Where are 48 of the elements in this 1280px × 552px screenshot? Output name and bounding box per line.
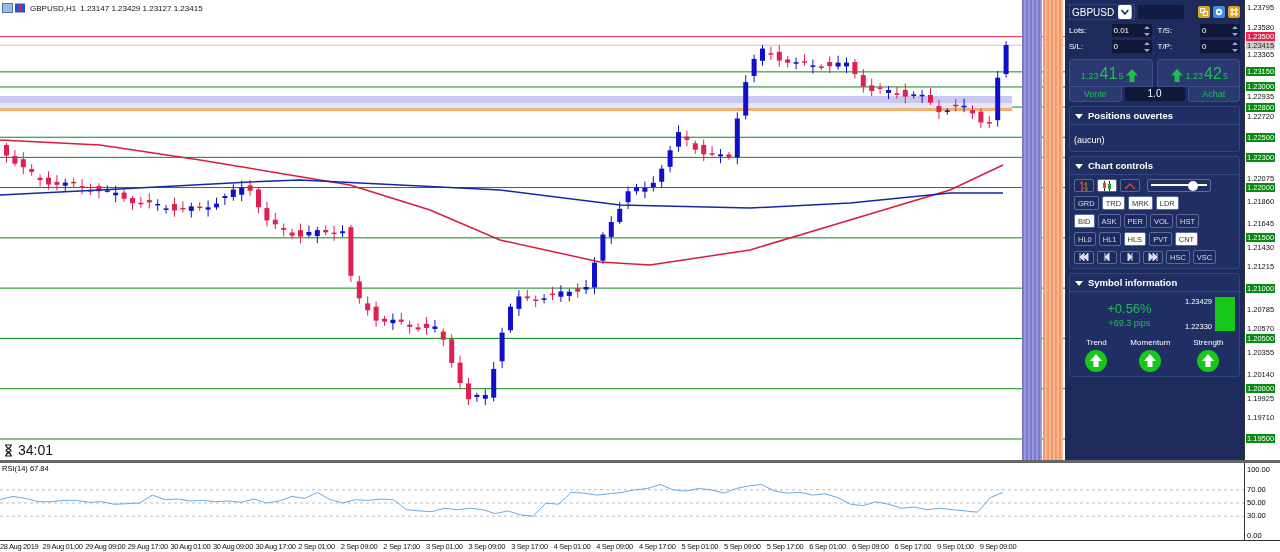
symbol-select[interactable]: GBPUSD bbox=[1069, 4, 1135, 20]
number-spinner[interactable]: 0 bbox=[1200, 40, 1240, 53]
empty-positions-text: (aucun) bbox=[1074, 135, 1105, 145]
field-label: T/P: bbox=[1157, 42, 1173, 51]
step-forward-button[interactable] bbox=[1120, 250, 1140, 264]
skip-forward-icon bbox=[1148, 253, 1158, 261]
buy-button[interactable]: Achat bbox=[1187, 87, 1240, 102]
settings-icon[interactable] bbox=[1213, 6, 1225, 18]
change-pips: +69.3 pips bbox=[1108, 317, 1151, 328]
ohlc-bars-icon bbox=[1078, 179, 1090, 192]
skip-first-button[interactable] bbox=[1074, 250, 1094, 264]
step-back-button[interactable] bbox=[1097, 250, 1117, 264]
range-bar bbox=[1215, 297, 1235, 331]
number-spinner[interactable]: 0.01 bbox=[1111, 24, 1152, 37]
volume-field[interactable]: 1.0 bbox=[1124, 87, 1185, 101]
step-forward-icon bbox=[1125, 253, 1135, 261]
step-back-icon bbox=[1102, 253, 1112, 261]
up-arrow-icon bbox=[1170, 69, 1183, 82]
field-label: Lots: bbox=[1069, 26, 1087, 35]
countdown-timer: 34:01 bbox=[18, 442, 54, 458]
up-arrow-icon bbox=[1126, 69, 1139, 82]
section-header[interactable]: Chart controls bbox=[1070, 157, 1239, 175]
sell-price-button[interactable]: 1.23 41 5 bbox=[1069, 59, 1153, 87]
ohlc-values: 1.23147 1.23429 1.23127 1.23415 bbox=[80, 3, 203, 13]
change-percent: +0.56% bbox=[1107, 300, 1152, 316]
chevron-down-icon bbox=[1118, 5, 1132, 19]
skip-back-icon bbox=[1079, 253, 1089, 261]
indicator-label: Trend bbox=[1086, 338, 1107, 347]
input-field[interactable] bbox=[1138, 5, 1184, 19]
number-spinner[interactable]: 0 bbox=[1111, 40, 1152, 53]
field-label: S/L: bbox=[1069, 42, 1084, 51]
hourglass-icon bbox=[4, 443, 13, 457]
number-spinner[interactable]: 0 bbox=[1200, 24, 1240, 37]
zoom-slider[interactable] bbox=[1147, 179, 1211, 192]
chart-title: GBPUSD,H1 bbox=[30, 3, 77, 13]
section-header[interactable]: Positions ouvertes bbox=[1070, 107, 1239, 125]
field-label: T/S: bbox=[1157, 26, 1173, 35]
buy-price-button[interactable]: 1.2342 5 bbox=[1156, 59, 1240, 87]
chart-icon bbox=[2, 3, 26, 13]
skip-last-button[interactable] bbox=[1143, 250, 1163, 264]
indicator-label: Momentum bbox=[1130, 338, 1171, 347]
grid-icon[interactable] bbox=[1228, 6, 1240, 18]
sell-button[interactable]: Vente bbox=[1069, 87, 1122, 102]
candlestick-icon bbox=[1101, 179, 1113, 192]
section-header[interactable]: Symbol information bbox=[1070, 274, 1239, 292]
candlestick-button[interactable] bbox=[1097, 179, 1117, 192]
link-icon[interactable] bbox=[1198, 6, 1210, 18]
indicator-label: Strength bbox=[1193, 338, 1224, 347]
